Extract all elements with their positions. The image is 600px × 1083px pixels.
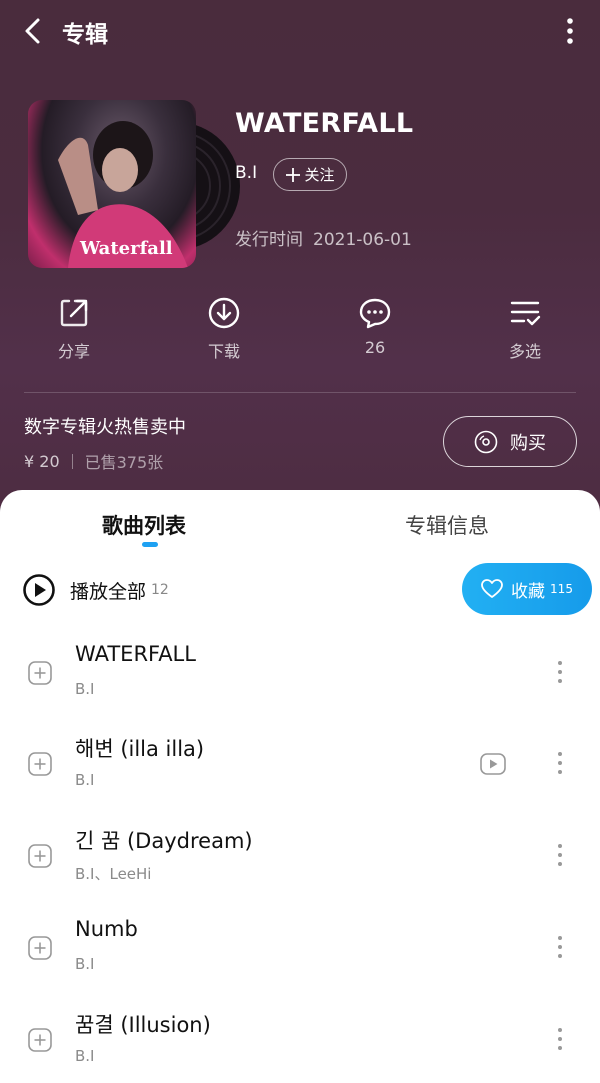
comments-button[interactable]: 26 (325, 296, 425, 357)
song-row[interactable]: WATERFALL B.I (0, 630, 600, 720)
more-vertical-icon[interactable] (552, 841, 568, 869)
more-vertical-icon[interactable] (552, 1025, 568, 1053)
artist-name[interactable]: B.I (235, 163, 257, 183)
play-circle-icon (23, 574, 55, 606)
song-title: WATERFALL (75, 642, 196, 666)
page-title: 专辑 (62, 22, 108, 48)
favorite-label: 收藏 (511, 581, 546, 602)
favorite-count: 115 (550, 582, 573, 596)
buy-label: 购买 (510, 432, 546, 454)
back-button[interactable] (18, 14, 50, 48)
multi-select-button[interactable]: 多选 (475, 296, 575, 362)
album-cover[interactable]: Waterfall (28, 100, 240, 270)
price-info: ¥ 20 已售375张 (24, 449, 163, 473)
mv-play-icon[interactable] (480, 753, 506, 775)
play-all-button[interactable]: 播放全部 12 (22, 572, 169, 608)
more-vertical-icon[interactable] (552, 749, 568, 777)
tab-album-info[interactable]: 专辑信息 (405, 510, 489, 540)
song-title: 긴 꿈 (Daydream) (75, 829, 253, 853)
cover-title: Waterfall (80, 238, 173, 259)
song-artist: B.I (75, 771, 95, 789)
comment-count: 26 (364, 338, 386, 357)
share-button[interactable]: 分享 (24, 296, 124, 362)
album-header: 专辑 Waterfall WATERFALL B.I 关注 发行时间 2021-… (0, 0, 600, 520)
heart-icon (481, 579, 503, 598)
song-artist: B.I、LeeHi (75, 865, 152, 883)
song-title: Numb (75, 917, 138, 941)
divider (24, 392, 576, 393)
song-row[interactable]: Numb B.I (0, 905, 600, 995)
download-button[interactable]: 下载 (174, 296, 274, 362)
chevron-left-icon (25, 18, 40, 44)
song-row[interactable]: 꿈결 (Illusion) B.I (0, 997, 600, 1083)
more-vertical-icon[interactable] (552, 658, 568, 686)
plus-icon (286, 167, 301, 182)
tab-songs[interactable]: 歌曲列表 (102, 510, 186, 540)
add-to-playlist-icon[interactable] (28, 1028, 52, 1052)
share-label: 分享 (57, 342, 90, 361)
song-count: 12 (151, 582, 169, 598)
promo-text: 数字专辑火热售卖中 (24, 417, 186, 438)
action-bar: 分享 下载 26 多选 (0, 296, 600, 376)
more-vertical-icon (567, 18, 573, 44)
multi-select-label: 多选 (508, 342, 541, 361)
more-button[interactable] (556, 14, 584, 48)
comment-icon (359, 298, 391, 329)
song-row[interactable]: 긴 꿈 (Daydream) B.I、LeeHi (0, 813, 600, 903)
share-icon (60, 299, 88, 327)
song-artist: B.I (75, 1047, 95, 1065)
add-to-playlist-icon[interactable] (28, 936, 52, 960)
tab-indicator (142, 542, 158, 547)
release-date: 2021-06-01 (313, 230, 412, 250)
top-bar: 专辑 (0, 0, 600, 62)
buy-button[interactable]: 购买 (443, 416, 577, 467)
add-to-playlist-icon[interactable] (28, 752, 52, 776)
song-artist: B.I (75, 955, 95, 973)
download-label: 下载 (207, 342, 240, 361)
album-title: WATERFALL (235, 108, 414, 139)
release-label: 发行时间 (235, 230, 303, 250)
cover-image: Waterfall (28, 100, 196, 268)
song-row[interactable]: 해변 (illa illa) B.I (0, 721, 600, 811)
disc-icon (474, 430, 498, 453)
follow-label: 关注 (304, 166, 335, 184)
release-info: 发行时间 2021-06-01 (235, 225, 422, 250)
play-all-label: 播放全部 (70, 580, 147, 603)
song-title: 꿈결 (Illusion) (75, 1013, 211, 1037)
download-icon (208, 297, 240, 329)
sold-count: 已售375张 (84, 453, 164, 472)
song-sheet: 歌曲列表 专辑信息 播放全部 12 收藏 115 WATERFALL B.I 해… (0, 490, 600, 1083)
add-to-playlist-icon[interactable] (28, 844, 52, 868)
song-artist: B.I (75, 680, 95, 698)
song-title: 해변 (illa illa) (75, 737, 205, 761)
follow-button[interactable]: 关注 (273, 158, 347, 191)
add-to-playlist-icon[interactable] (28, 661, 52, 685)
price: ¥ 20 (24, 451, 60, 471)
checklist-icon (510, 301, 541, 326)
favorite-button[interactable]: 收藏 115 (462, 563, 592, 615)
more-vertical-icon[interactable] (552, 933, 568, 961)
price-separator (71, 453, 73, 469)
